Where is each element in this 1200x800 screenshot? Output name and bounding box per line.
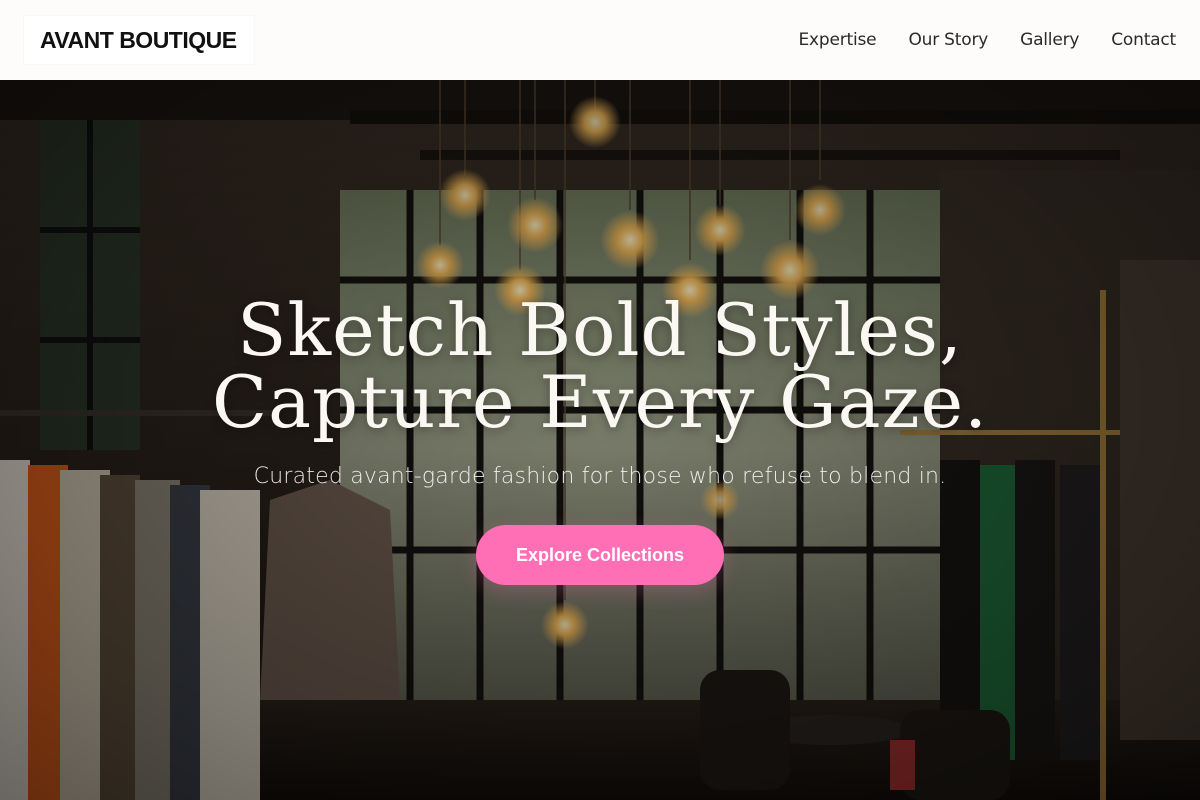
hero-title-line-2: Capture Every Gaze. <box>211 360 989 444</box>
nav-link-expertise[interactable]: Expertise <box>798 30 876 50</box>
hero-title: Sketch Bold Styles, Capture Every Gaze. <box>0 294 1200 438</box>
site-header: AVANT BOUTIQUE Expertise Our Story Galle… <box>0 0 1200 80</box>
hero-content: Sketch Bold Styles, Capture Every Gaze. … <box>0 294 1200 585</box>
main-nav: Expertise Our Story Gallery Contact <box>798 0 1176 80</box>
brand-logo[interactable]: AVANT BOUTIQUE <box>24 16 254 64</box>
nav-link-gallery[interactable]: Gallery <box>1020 30 1079 50</box>
hero-subtitle: Curated avant-garde fashion for those wh… <box>253 464 947 489</box>
hero-section: Sketch Bold Styles, Capture Every Gaze. … <box>0 80 1200 800</box>
hero-title-line-1: Sketch Bold Styles, <box>237 288 963 372</box>
nav-link-contact[interactable]: Contact <box>1111 30 1176 50</box>
explore-collections-button[interactable]: Explore Collections <box>476 525 724 585</box>
nav-link-our-story[interactable]: Our Story <box>908 30 988 50</box>
